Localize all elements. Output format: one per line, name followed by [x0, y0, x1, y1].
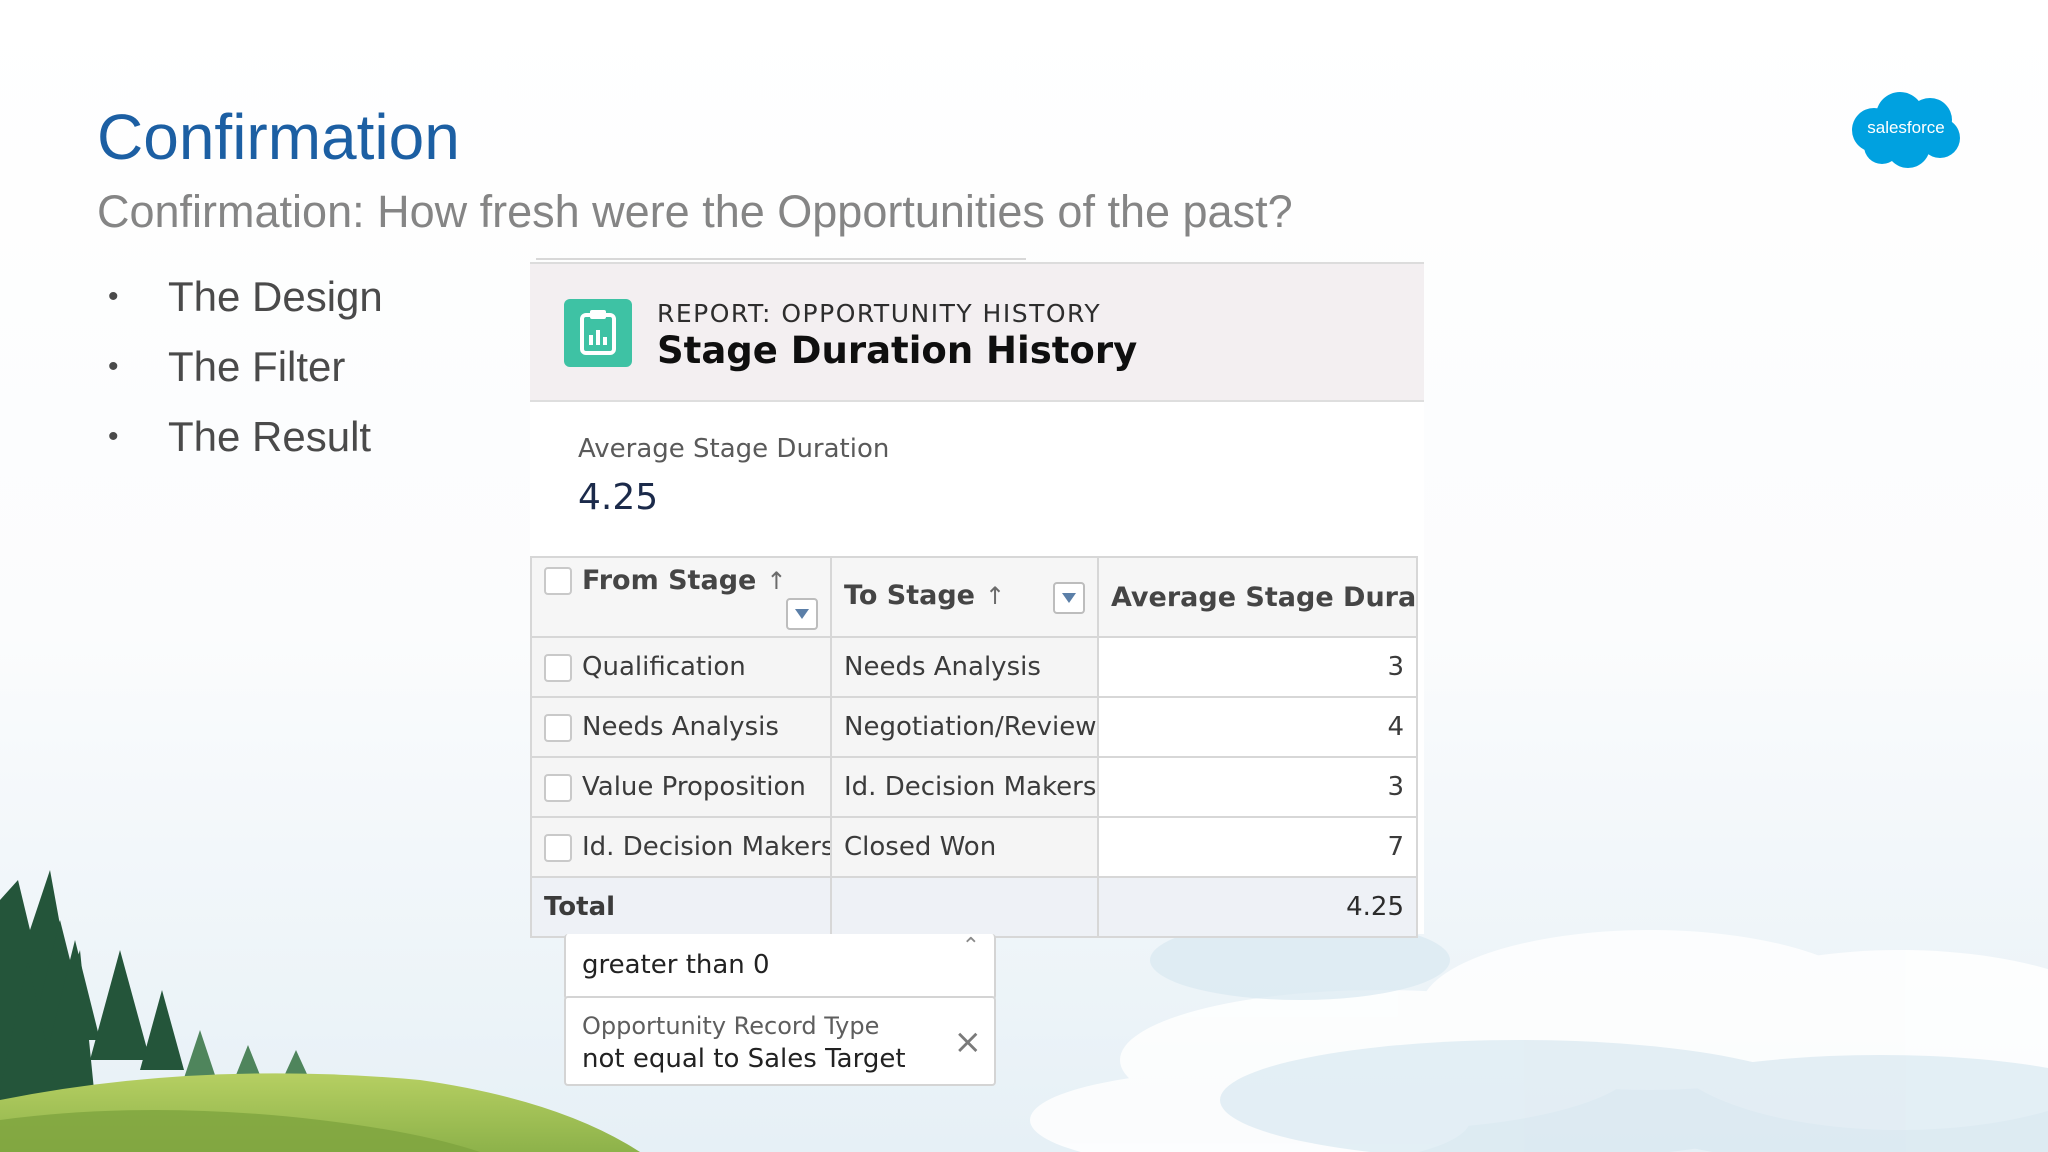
salesforce-logo: salesforce	[1850, 90, 1962, 170]
cell-from-stage: Value Proposition	[530, 756, 832, 818]
summary-metric-value: 4.25	[578, 477, 659, 518]
table-row: Id. Decision Makers Closed Won 7	[530, 816, 1418, 878]
cell-text: Qualification	[582, 652, 746, 682]
report-screenshot: REPORT: OPPORTUNITY HISTORY Stage Durati…	[530, 258, 1424, 1086]
sort-ascending-icon[interactable]: ↑	[985, 582, 1005, 610]
total-value: 4.25	[1097, 876, 1418, 938]
chevron-down-icon	[1062, 593, 1076, 603]
filter-field-label: Opportunity Record Type	[582, 1012, 880, 1040]
select-all-checkbox[interactable]	[544, 567, 572, 595]
report-header: REPORT: OPPORTUNITY HISTORY Stage Durati…	[530, 262, 1424, 402]
report-clipboard-icon	[564, 299, 632, 367]
bullet-list: • The Design • The Filter • The Result	[108, 262, 383, 472]
column-header-to-stage[interactable]: To Stage ↑	[830, 556, 1099, 638]
row-checkbox[interactable]	[544, 833, 572, 862]
table-row: Needs Analysis Negotiation/Review 4	[530, 696, 1418, 758]
cell-to-stage: Needs Analysis	[830, 636, 1099, 698]
bullet-text: The Filter	[168, 343, 346, 390]
cell-from-stage: Qualification	[530, 636, 832, 698]
bullet-dot: •	[108, 280, 119, 313]
slide-subtitle: Confirmation: How fresh were the Opportu…	[97, 186, 1293, 237]
column-label: From Stage	[582, 564, 757, 596]
total-empty-cell	[830, 876, 1099, 938]
report-table: From Stage ↑ To Stage ↑ Average Stage Dura…	[530, 556, 1418, 938]
close-icon[interactable]: ×	[954, 1022, 983, 1062]
filter-pill[interactable]: greater than 0 ⌃	[564, 934, 996, 1000]
row-checkbox[interactable]	[544, 713, 572, 742]
chevron-up-icon[interactable]: ⌃	[962, 934, 980, 959]
report-type-label: REPORT: OPPORTUNITY HISTORY	[657, 299, 1102, 328]
total-label: Total	[530, 876, 832, 938]
chevron-down-icon	[795, 608, 809, 619]
logo-text: salesforce	[1867, 118, 1945, 137]
cell-average-duration: 7	[1097, 816, 1418, 878]
filter-value: not equal to Sales Target	[582, 1044, 906, 1074]
bullet-dot: •	[108, 420, 119, 453]
cell-average-duration: 3	[1097, 636, 1418, 698]
cell-text: Id. Decision Makers	[582, 832, 831, 862]
slide-title: Confirmation	[97, 101, 460, 173]
cell-average-duration: 3	[1097, 756, 1418, 818]
bullet-item: • The Result	[108, 402, 383, 472]
bullet-item: • The Filter	[108, 332, 383, 402]
column-header-average-stage-duration[interactable]: Average Stage Duration	[1097, 556, 1418, 638]
divider	[536, 258, 1026, 260]
column-menu-button[interactable]	[786, 597, 818, 630]
cell-text: Needs Analysis	[582, 712, 779, 742]
report-title: Stage Duration History	[657, 329, 1138, 372]
cell-from-stage: Needs Analysis	[530, 696, 832, 758]
cell-average-duration: 4	[1097, 696, 1418, 758]
bullet-text: The Result	[168, 413, 372, 460]
column-label: To Stage	[844, 580, 975, 611]
table-header-row: From Stage ↑ To Stage ↑ Average Stage Dura…	[530, 556, 1418, 638]
column-menu-button[interactable]	[1053, 582, 1085, 614]
table-row: Qualification Needs Analysis 3	[530, 636, 1418, 698]
table-total-row: Total 4.25	[530, 876, 1418, 938]
bullet-text: The Design	[168, 273, 383, 320]
cell-text: Value Proposition	[582, 772, 806, 802]
column-header-from-stage[interactable]: From Stage ↑	[530, 556, 832, 638]
table-row: Value Proposition Id. Decision Makers 3	[530, 756, 1418, 818]
filter-value: greater than 0	[582, 950, 770, 980]
cell-from-stage: Id. Decision Makers	[530, 816, 832, 878]
sort-ascending-icon[interactable]: ↑	[766, 567, 786, 595]
cell-to-stage: Id. Decision Makers	[830, 756, 1099, 818]
bullet-dot: •	[108, 350, 119, 383]
cell-to-stage: Closed Won	[830, 816, 1099, 878]
summary-metric-label: Average Stage Duration	[578, 434, 890, 464]
row-checkbox[interactable]	[544, 653, 572, 682]
bullet-item: • The Design	[108, 262, 383, 332]
row-checkbox[interactable]	[544, 773, 572, 802]
cell-to-stage: Negotiation/Review	[830, 696, 1099, 758]
filter-pill[interactable]: Opportunity Record Type not equal to Sal…	[564, 996, 996, 1086]
